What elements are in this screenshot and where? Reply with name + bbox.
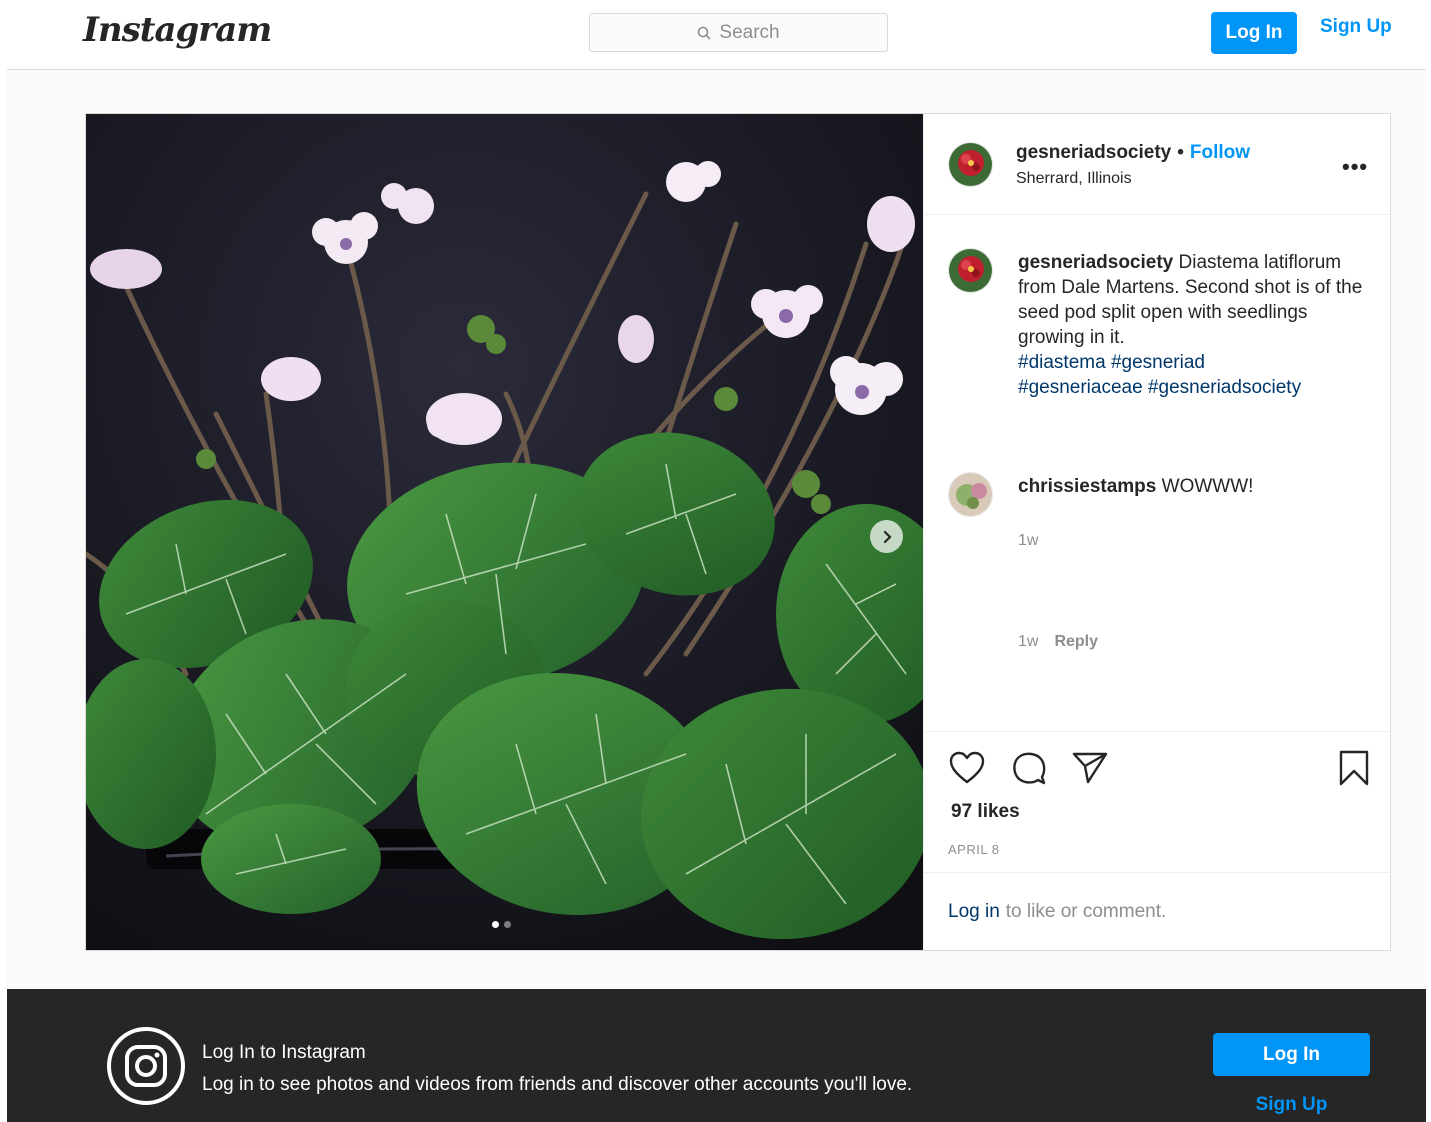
comment-body: WOWWW! bbox=[1156, 476, 1254, 497]
login-suffix: to like or comment. bbox=[1005, 900, 1167, 922]
banner-title: Log In to Instagram bbox=[202, 1042, 366, 1063]
comment-bubble-icon[interactable] bbox=[1011, 750, 1047, 786]
search-input[interactable]: Search bbox=[589, 13, 888, 52]
carousel-dot bbox=[504, 921, 511, 928]
comments-list: gesneriadsociety Diastema latiflorum fro… bbox=[924, 216, 1392, 731]
follow-button[interactable]: Follow bbox=[1190, 142, 1250, 163]
instagram-logo[interactable]: Instagram bbox=[83, 10, 272, 50]
carousel-dot-active bbox=[492, 921, 499, 928]
post-card: gesneriadsociety • Follow Sherrard, Illino… bbox=[85, 113, 1392, 951]
separator-dot: • bbox=[1177, 142, 1184, 163]
post-sidebar: gesneriadsociety • Follow Sherrard, Illino… bbox=[923, 114, 1392, 950]
top-nav: Instagram Search Log In Sign Up bbox=[7, 0, 1426, 70]
banner-login-button[interactable]: Log In bbox=[1213, 1033, 1370, 1076]
author-avatar[interactable] bbox=[948, 142, 993, 187]
caption-avatar[interactable] bbox=[948, 248, 993, 293]
header-login-button[interactable]: Log In bbox=[1211, 12, 1297, 54]
post-date: APRIL 8 bbox=[948, 842, 1000, 857]
bookmark-icon[interactable] bbox=[1338, 750, 1370, 786]
commenter-avatar[interactable] bbox=[948, 472, 993, 517]
plant-photo bbox=[86, 114, 923, 950]
chevron-right-icon bbox=[883, 530, 892, 543]
caption-username[interactable]: gesneriadsociety bbox=[1018, 252, 1173, 273]
caption-text: gesneriadsociety Diastema latiflorum fro… bbox=[1018, 250, 1368, 400]
header-signup-link[interactable]: Sign Up bbox=[1320, 16, 1392, 38]
login-link[interactable]: Log in bbox=[948, 901, 1000, 923]
post-header: gesneriadsociety • Follow Sherrard, Illino… bbox=[924, 114, 1392, 215]
caption-time: 1w bbox=[1018, 532, 1039, 549]
caption-hashtags-2[interactable]: #gesneriaceae #gesneriadsociety bbox=[1018, 377, 1301, 398]
more-options-icon[interactable]: ••• bbox=[1342, 154, 1368, 180]
post-actions: 97 likes APRIL 8 bbox=[924, 731, 1392, 871]
post-image[interactable] bbox=[86, 114, 923, 950]
comment-item: chrissiestamps WOWWW! bbox=[1018, 474, 1368, 499]
reply-button[interactable]: Reply bbox=[1054, 633, 1098, 650]
author-username[interactable]: gesneriadsociety bbox=[1016, 142, 1171, 163]
search-placeholder: Search bbox=[719, 21, 780, 43]
search-icon bbox=[698, 26, 711, 40]
page: Instagram Search Log In Sign Up gesneria… bbox=[7, 0, 1426, 1122]
caption-hashtags-1[interactable]: #diastema #gesneriad bbox=[1018, 352, 1205, 373]
likes-count[interactable]: 97 likes bbox=[951, 801, 1020, 823]
banner-signup-link[interactable]: Sign Up bbox=[1213, 1094, 1370, 1116]
heart-icon[interactable] bbox=[949, 751, 985, 785]
carousel-next-button[interactable] bbox=[870, 520, 903, 553]
carousel-indicator bbox=[492, 921, 511, 928]
post-location[interactable]: Sherrard, Illinois bbox=[1016, 170, 1132, 188]
paper-plane-icon[interactable] bbox=[1072, 751, 1108, 785]
comment-time: 1w bbox=[1018, 633, 1039, 650]
comment-username[interactable]: chrissiestamps bbox=[1018, 476, 1156, 497]
banner-subtitle: Log in to see photos and videos from fri… bbox=[202, 1074, 913, 1095]
comment-meta: 1w Reply bbox=[1018, 633, 1098, 651]
login-banner: Log In to Instagram Log in to see photos… bbox=[7, 989, 1426, 1122]
login-to-comment: Log in to like or comment. bbox=[924, 872, 1392, 950]
instagram-glyph-icon bbox=[107, 1027, 185, 1105]
author-line: gesneriadsociety • Follow bbox=[1016, 142, 1250, 164]
